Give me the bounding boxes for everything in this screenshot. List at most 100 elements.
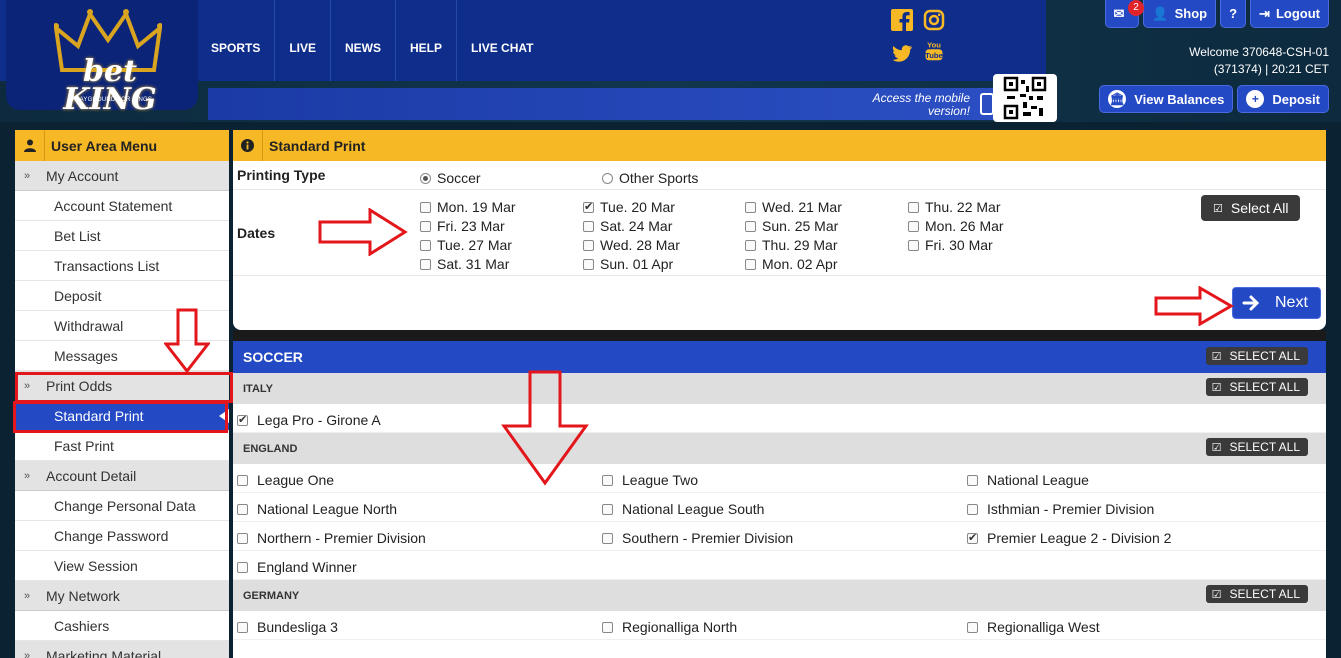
radio-selected[interactable] [420, 173, 431, 184]
league-option[interactable]: Bundesliga 3 [237, 619, 338, 635]
sidebar-item-transactions-list[interactable]: Transactions List [15, 251, 229, 281]
sidebar-item-fast-print[interactable]: Fast Print [15, 431, 229, 461]
printing-type-soccer[interactable]: Soccer [420, 170, 481, 186]
instagram-icon[interactable] [923, 9, 945, 31]
date-option[interactable]: Fri. 30 Mar [908, 237, 993, 253]
sidebar-item-view-session[interactable]: View Session [15, 551, 229, 581]
date-option[interactable]: Sat. 24 Mar [583, 218, 672, 234]
nav-help[interactable]: HELP [396, 0, 458, 81]
select-all-italy-button[interactable]: ☑ SELECT ALL [1205, 378, 1308, 396]
sidebar-item-change-password[interactable]: Change Password [15, 521, 229, 551]
league-option[interactable]: National League North [237, 501, 397, 517]
checkbox[interactable] [583, 221, 594, 232]
checkbox[interactable] [420, 259, 431, 270]
date-option[interactable]: Mon. 19 Mar [420, 199, 516, 215]
date-option[interactable]: Wed. 21 Mar [745, 199, 842, 215]
checkbox[interactable] [237, 504, 248, 515]
select-all-soccer-button[interactable]: ☑ SELECT ALL [1205, 347, 1308, 365]
date-option[interactable]: Fri. 23 Mar [420, 218, 505, 234]
checkbox[interactable] [908, 202, 919, 213]
nav-sports[interactable]: SPORTS [197, 0, 276, 81]
checkbox[interactable] [237, 562, 248, 573]
league-option[interactable]: Northern - Premier Division [237, 530, 426, 546]
checkbox-checked[interactable] [583, 200, 594, 213]
sidebar-item-deposit[interactable]: Deposit [15, 281, 229, 311]
sidebar-item-bet-list[interactable]: Bet List [15, 221, 229, 251]
league-option[interactable]: Isthmian - Premier Division [967, 501, 1154, 517]
checkbox[interactable] [908, 221, 919, 232]
league-option[interactable]: Premier League 2 - Division 2 [967, 530, 1171, 546]
sidebar-item-cashiers[interactable]: Cashiers [15, 611, 229, 641]
help-button[interactable]: ? [1220, 0, 1247, 28]
deposit-button[interactable]: + Deposit [1237, 85, 1329, 113]
league-option[interactable]: Regionalliga West [967, 619, 1100, 635]
mobile-version-banner[interactable]: Access the mobile version! [208, 88, 998, 120]
facebook-icon[interactable] [891, 9, 913, 31]
checkbox[interactable] [583, 259, 594, 270]
date-option[interactable]: Tue. 20 Mar [583, 199, 675, 215]
league-option[interactable]: League One [237, 472, 334, 488]
sidebar-item-account-statement[interactable]: Account Statement [15, 191, 229, 221]
select-all-germany-button[interactable]: ☑ SELECT ALL [1205, 585, 1308, 603]
checkbox[interactable] [602, 504, 613, 515]
date-label: Thu. 29 Mar [762, 237, 838, 253]
checkbox[interactable] [745, 259, 756, 270]
date-option[interactable]: Thu. 22 Mar [908, 199, 1000, 215]
league-option[interactable]: Southern - Premier Division [602, 530, 793, 546]
sidebar-group-marketing-material[interactable]: » Marketing Material [15, 641, 229, 658]
sidebar-group-my-network[interactable]: » My Network [15, 581, 229, 611]
checkbox[interactable] [237, 533, 248, 544]
checkbox-checked[interactable] [237, 413, 248, 426]
radio-unselected[interactable] [602, 173, 613, 184]
league-option[interactable]: Regionalliga North [602, 619, 737, 635]
sidebar-item-change-personal-data[interactable]: Change Personal Data [15, 491, 229, 521]
checkbox[interactable] [967, 504, 978, 515]
checkbox[interactable] [420, 202, 431, 213]
twitter-icon[interactable] [891, 42, 913, 64]
checkbox-checked[interactable] [967, 531, 978, 544]
checkbox[interactable] [583, 240, 594, 251]
sidebar-group-my-account[interactable]: » My Account [15, 161, 229, 191]
date-option[interactable]: Sat. 31 Mar [420, 256, 509, 272]
checkbox[interactable] [237, 622, 248, 633]
checkbox[interactable] [745, 240, 756, 251]
league-option[interactable]: National League South [602, 501, 764, 517]
shop-button[interactable]: 👤 Shop [1143, 0, 1217, 28]
date-option[interactable]: Tue. 27 Mar [420, 237, 512, 253]
date-option[interactable]: Wed. 28 Mar [583, 237, 680, 253]
checkbox[interactable] [602, 533, 613, 544]
date-option[interactable]: Mon. 26 Mar [908, 218, 1004, 234]
league-option[interactable]: England Winner [237, 559, 357, 575]
checkbox[interactable] [745, 202, 756, 213]
sidebar-group-account-detail[interactable]: » Account Detail [15, 461, 229, 491]
nav-news[interactable]: NEWS [331, 0, 397, 81]
date-option[interactable]: Mon. 02 Apr [745, 256, 838, 272]
league-option[interactable]: Lega Pro - Girone A [237, 412, 381, 428]
select-all-england-button[interactable]: ☑ SELECT ALL [1205, 438, 1308, 456]
logout-button[interactable]: ⇥ Logout [1250, 0, 1329, 28]
date-option[interactable]: Sun. 25 Mar [745, 218, 838, 234]
youtube-icon[interactable]: You Tube [923, 40, 945, 62]
checkbox[interactable] [745, 221, 756, 232]
date-label: Mon. 02 Apr [762, 256, 838, 272]
printing-type-other-sports[interactable]: Other Sports [602, 170, 698, 186]
select-all-dates-button[interactable]: ☑ Select All [1201, 195, 1301, 221]
checkbox[interactable] [420, 221, 431, 232]
checkbox[interactable] [237, 475, 248, 486]
date-option[interactable]: Thu. 29 Mar [745, 237, 837, 253]
league-option[interactable]: National League [967, 472, 1089, 488]
checkbox[interactable] [967, 622, 978, 633]
checkbox[interactable] [908, 240, 919, 251]
checkbox[interactable] [420, 240, 431, 251]
checkbox[interactable] [967, 475, 978, 486]
checkbox[interactable] [602, 475, 613, 486]
nav-live[interactable]: LIVE [275, 0, 332, 81]
qr-code-icon[interactable] [993, 74, 1057, 122]
logo[interactable]: bet KING PLAYGROUND FOR KINGS [6, 0, 198, 115]
nav-live-chat[interactable]: LIVE CHAT [457, 0, 547, 81]
checkbox[interactable] [602, 622, 613, 633]
next-button[interactable]: Next [1232, 287, 1321, 319]
date-option[interactable]: Sun. 01 Apr [583, 256, 673, 272]
view-balances-button[interactable]: 🏛 View Balances [1099, 85, 1234, 113]
league-option[interactable]: League Two [602, 472, 698, 488]
